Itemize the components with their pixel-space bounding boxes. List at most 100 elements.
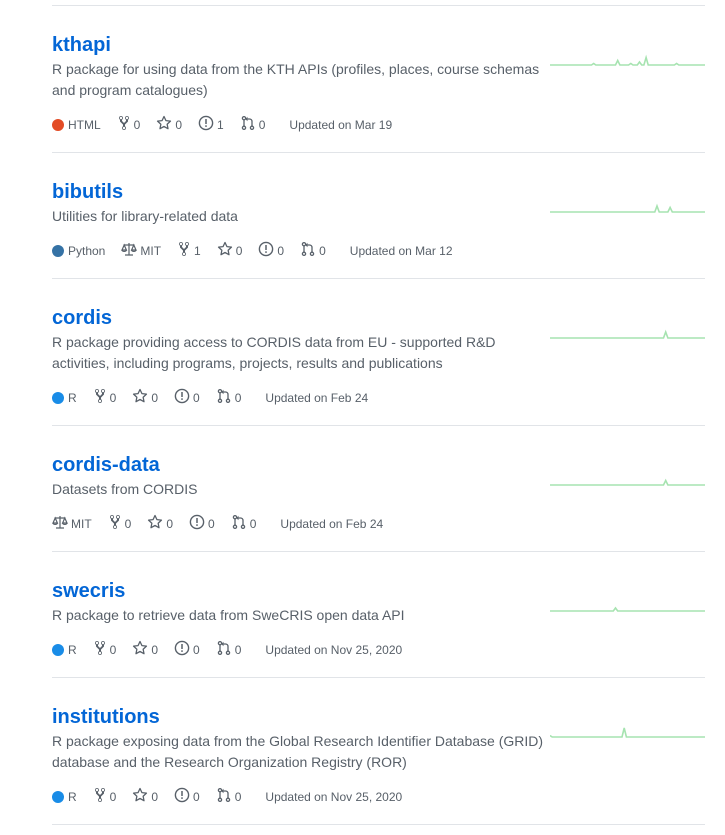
pulls-count: 0 xyxy=(234,790,242,804)
updated-date: Updated on Mar 12 xyxy=(349,244,453,258)
repo-description: R package to retrieve data from SweCRIS … xyxy=(52,607,405,623)
issues-link[interactable]: 0 xyxy=(174,640,200,660)
license-label: MIT xyxy=(140,244,162,258)
forks-link[interactable]: 1 xyxy=(177,241,201,261)
pulls-count: 0 xyxy=(234,643,242,657)
repo-language: HTML xyxy=(52,117,101,133)
forks-link[interactable]: 0 xyxy=(93,640,117,660)
stars-link[interactable]: 0 xyxy=(132,388,158,408)
pull-request-icon xyxy=(300,241,319,261)
activity-sparkline xyxy=(550,606,705,612)
activity-line xyxy=(550,606,705,612)
star-icon xyxy=(132,787,151,807)
activity-line xyxy=(550,727,705,738)
repo-name-link[interactable]: cordis-data xyxy=(52,453,160,477)
activity-sparkline xyxy=(550,727,705,738)
stars-count: 0 xyxy=(166,517,174,531)
updated-date: Updated on Mar 19 xyxy=(289,118,393,132)
forks-link[interactable]: 0 xyxy=(117,115,141,135)
activity-sparkline xyxy=(550,203,705,213)
issue-opened-icon xyxy=(258,241,277,261)
issues-count: 1 xyxy=(217,118,224,132)
pull-requests-link[interactable]: 0 xyxy=(240,115,266,135)
language-color-dot xyxy=(52,392,64,404)
star-icon xyxy=(156,115,175,135)
stars-link[interactable]: 0 xyxy=(156,115,182,135)
repo-description: Datasets from CORDIS xyxy=(52,481,198,497)
issues-link[interactable]: 0 xyxy=(174,388,200,408)
forks-count: 0 xyxy=(133,118,141,132)
stars-count: 0 xyxy=(235,244,243,258)
fork-icon xyxy=(93,787,110,807)
language-label: Python xyxy=(68,244,106,258)
repo-name-link[interactable]: bibutils xyxy=(52,180,123,204)
fork-icon xyxy=(93,388,110,408)
pull-requests-link[interactable]: 0 xyxy=(216,640,242,660)
pull-requests-link[interactable]: 0 xyxy=(216,787,242,807)
pull-requests-link[interactable]: 0 xyxy=(231,514,256,534)
repo-meta: MIT 0 0 0 0 Updated on Feb 24 xyxy=(52,514,399,534)
repo-name-link[interactable]: swecris xyxy=(52,579,125,603)
forks-link[interactable]: 0 xyxy=(93,388,116,408)
stars-count: 0 xyxy=(175,118,183,132)
pull-request-icon xyxy=(216,640,235,660)
language-label: HTML xyxy=(68,118,101,132)
fork-icon xyxy=(108,514,125,534)
activity-sparkline xyxy=(550,329,705,339)
repo-name-link[interactable]: cordis xyxy=(52,306,112,330)
updated-date: Updated on Nov 25, 2020 xyxy=(265,643,403,657)
repo-name-link[interactable]: institutions xyxy=(52,705,160,729)
activity-sparkline xyxy=(550,54,705,66)
repo-name-link[interactable]: kthapi xyxy=(52,33,111,57)
issues-link[interactable]: 0 xyxy=(174,787,200,807)
issues-link[interactable]: 0 xyxy=(258,241,284,261)
repo-item: bibutils Utilities for library-related da… xyxy=(52,153,705,279)
star-icon xyxy=(132,388,151,408)
issues-count: 0 xyxy=(208,517,215,531)
repo-license: MIT xyxy=(52,514,92,534)
language-label: R xyxy=(68,790,77,804)
star-icon xyxy=(147,514,166,534)
pull-requests-link[interactable]: 0 xyxy=(216,388,242,408)
activity-line xyxy=(550,54,705,66)
issues-link[interactable]: 0 xyxy=(189,514,215,534)
activity-line xyxy=(550,203,705,213)
forks-count: 0 xyxy=(124,517,132,531)
forks-link[interactable]: 0 xyxy=(108,514,132,534)
repo-description: R package for using data from the KTH AP… xyxy=(52,61,540,98)
repo-meta: R 0 0 0 0 Updated on Feb 24 xyxy=(52,388,384,408)
pull-requests-link[interactable]: 0 xyxy=(300,241,326,261)
language-color-dot xyxy=(52,119,64,131)
issue-opened-icon xyxy=(174,388,193,408)
forks-link[interactable]: 0 xyxy=(93,787,117,807)
stars-link[interactable]: 0 xyxy=(217,241,243,261)
stars-link[interactable]: 0 xyxy=(132,787,158,807)
repo-item: cordis R package providing access to CORD… xyxy=(52,279,705,426)
language-color-dot xyxy=(52,245,64,257)
issues-count: 0 xyxy=(193,391,200,405)
forks-count: 0 xyxy=(109,643,117,657)
repo-description: Utilities for library-related data xyxy=(52,208,238,224)
repository-list: kthapi R package for using data from the … xyxy=(52,5,705,825)
updated-date: Updated on Nov 25, 2020 xyxy=(265,790,403,804)
forks-count: 0 xyxy=(109,790,117,804)
issues-link[interactable]: 1 xyxy=(198,115,224,135)
updated-date: Updated on Feb 24 xyxy=(280,517,384,531)
issues-count: 0 xyxy=(277,244,285,258)
repo-meta: HTML 0 0 1 0 Updated on Mar 19 xyxy=(52,115,408,135)
pulls-count: 0 xyxy=(258,118,266,132)
pulls-count: 0 xyxy=(234,391,242,405)
language-color-dot xyxy=(52,791,64,803)
repo-license: MIT xyxy=(121,241,161,261)
repo-meta: R 0 0 0 0 Updated on Nov 25, 2020 xyxy=(52,640,418,660)
pull-request-icon xyxy=(231,514,250,534)
issue-opened-icon xyxy=(189,514,208,534)
stars-link[interactable]: 0 xyxy=(147,514,173,534)
repo-item: institutions R package exposing data from… xyxy=(52,678,705,825)
fork-icon xyxy=(117,115,134,135)
repo-item: swecris R package to retrieve data from S… xyxy=(52,552,705,678)
stars-link[interactable]: 0 xyxy=(132,640,158,660)
law-icon xyxy=(121,241,140,261)
stars-count: 0 xyxy=(151,391,159,405)
stars-count: 0 xyxy=(151,643,159,657)
